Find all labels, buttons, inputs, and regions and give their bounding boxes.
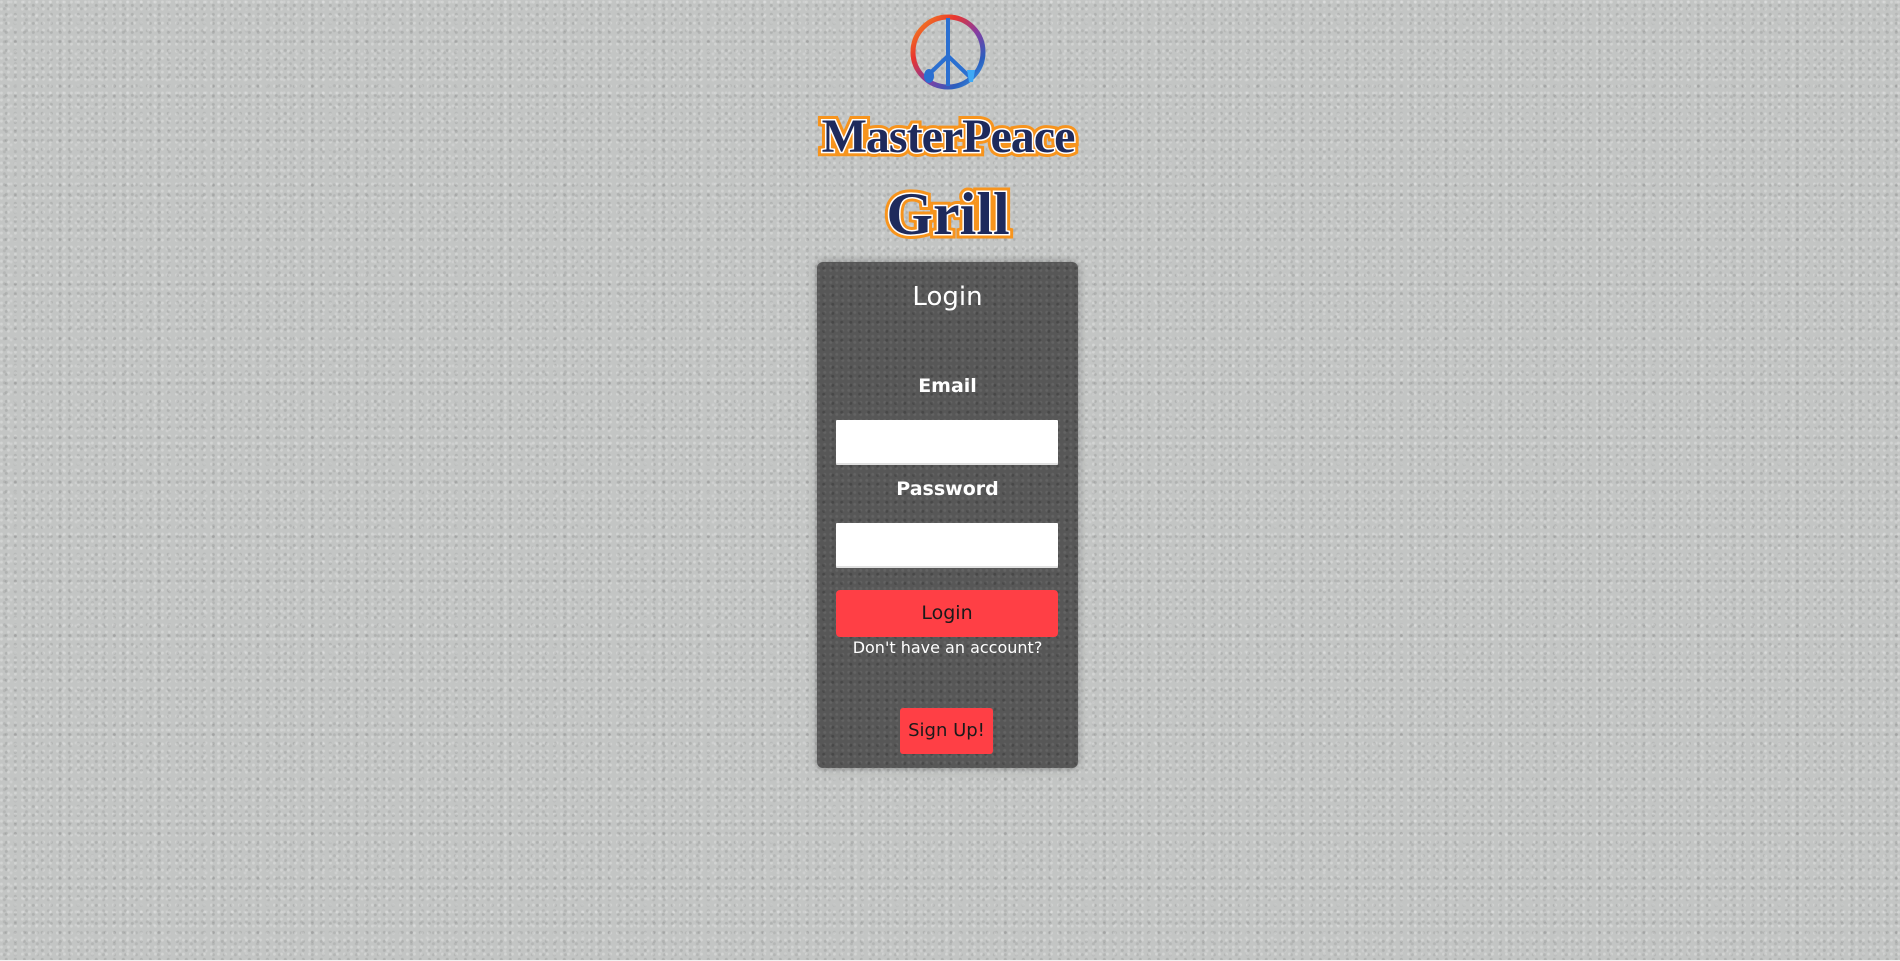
no-account-text: Don't have an account? [852,638,1043,657]
signup-button[interactable]: Sign Up! [900,708,993,754]
login-title: Login [912,282,983,312]
email-label: Email [918,375,977,397]
masterpeace-grill-logo: MasterPeace MasterPeace Grill Grill [811,12,1085,250]
peace-sign-icon [910,14,986,90]
login-card: Login Email Password Login Don't have an… [817,262,1078,768]
email-field[interactable] [836,420,1058,465]
logo-wordmark-line1-inner: MasterPeace [822,110,1076,163]
password-field[interactable] [836,523,1058,568]
password-label: Password [896,478,999,500]
login-button[interactable]: Login [836,590,1058,637]
logo-wordmark-line2-inner: Grill [886,181,1009,247]
